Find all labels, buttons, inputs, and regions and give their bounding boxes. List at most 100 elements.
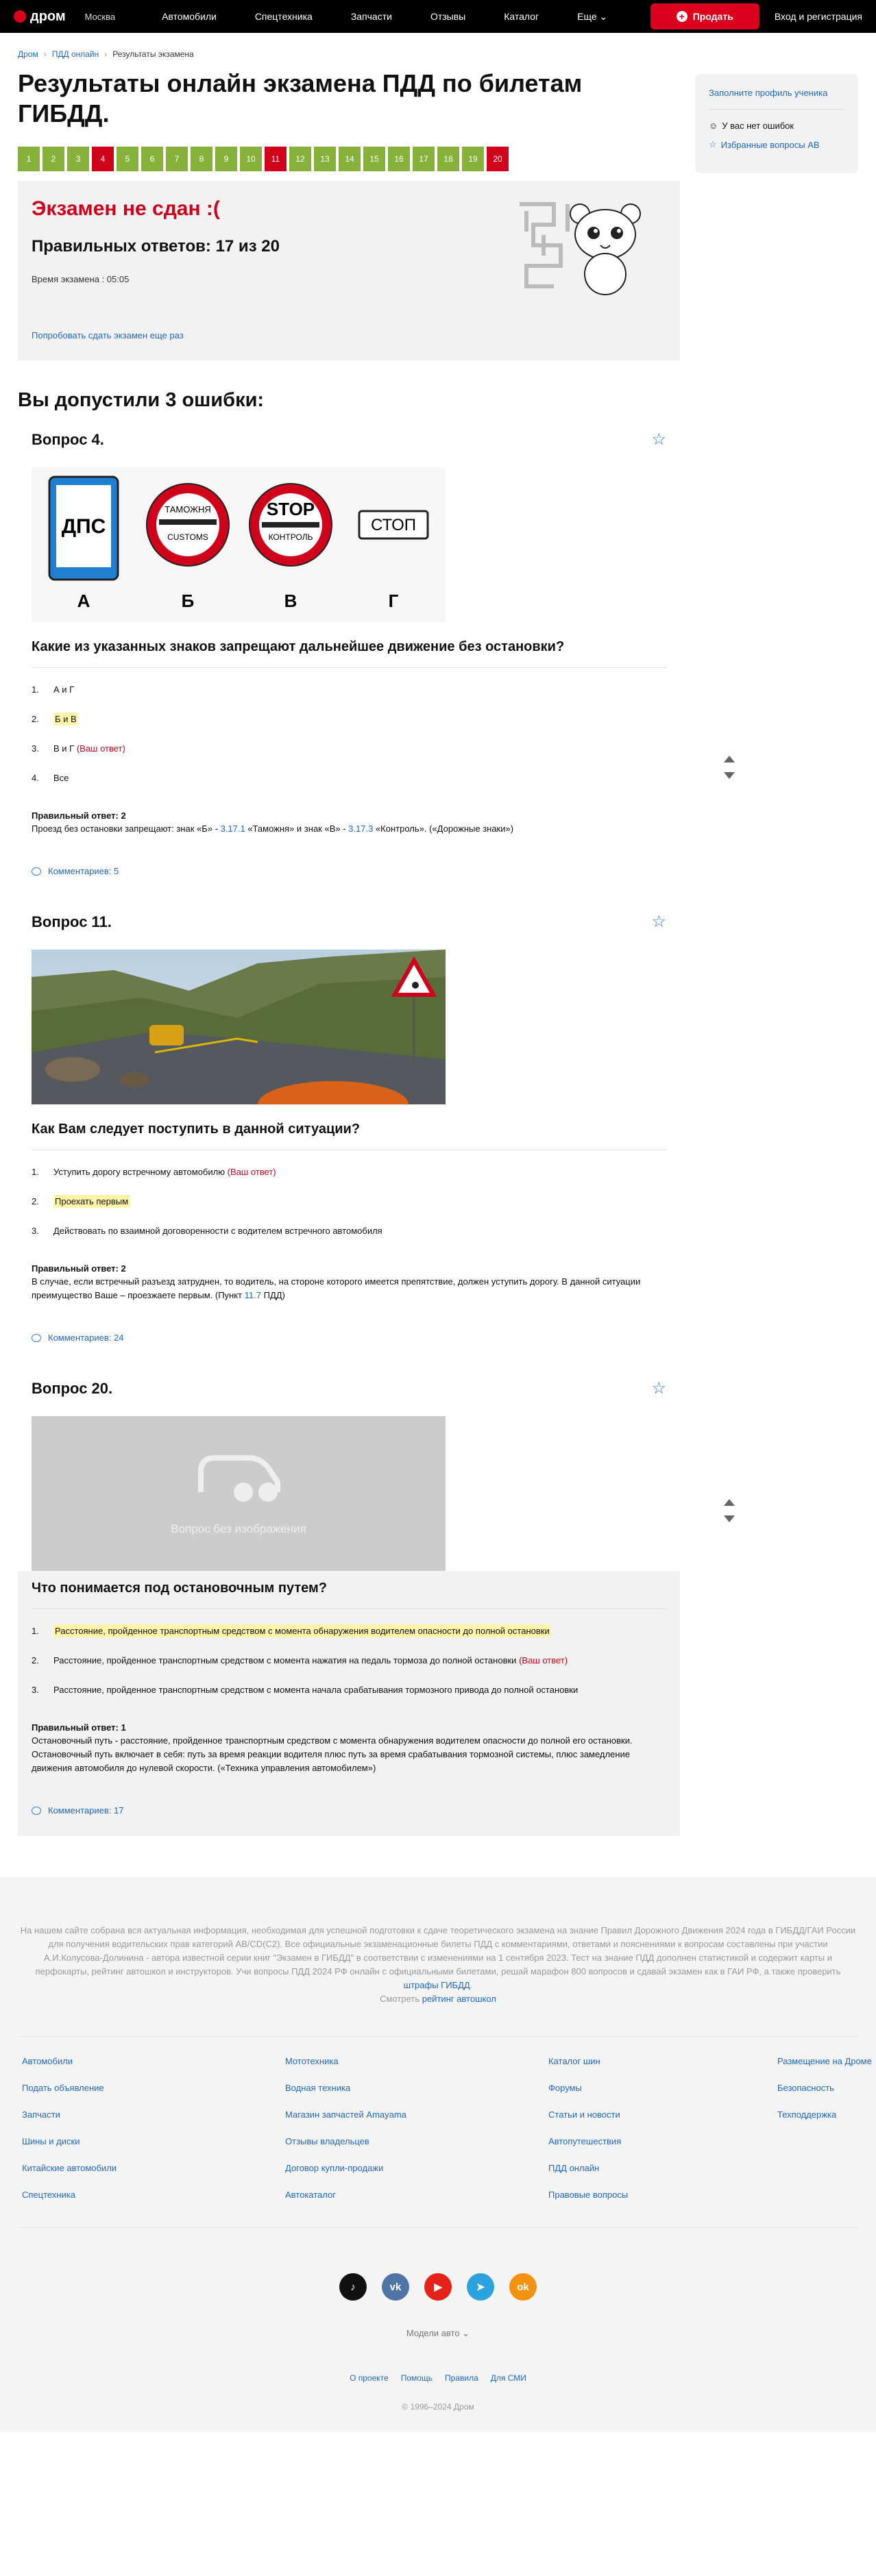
footer-link[interactable]: Правовые вопросы [548,2190,777,2200]
footer-link[interactable]: Водная техника [285,2083,548,2093]
retry-link[interactable]: Попробовать сдать экзамен еще раз [32,330,184,340]
scroll-up-icon[interactable] [724,1499,735,1506]
answer-number: 4. [32,773,39,783]
rules-link[interactable]: Правила [445,2373,478,2383]
media-link[interactable]: Для СМИ [491,2373,526,2383]
your-answer-tag: (Ваш ответ) [519,1655,568,1665]
footer-link[interactable]: Размещение на Дроме [777,2056,876,2066]
footer-link[interactable]: Безопасность [777,2083,876,2093]
nav-catalog[interactable]: Каталог [485,11,558,23]
footer-link[interactable]: Форумы [548,2083,777,2093]
crumb-home[interactable]: Дром [18,49,38,59]
footer-link[interactable]: Мототехника [285,2056,548,2066]
city-selector[interactable]: Москва [85,12,115,22]
answer-text: Действовать по взаимной договоренности с… [53,1226,382,1236]
scroll-down-icon[interactable] [724,772,735,779]
nav-parts[interactable]: Запчасти [332,11,411,23]
sign-customs-text: CUSTOMS [167,532,208,542]
nav-more[interactable]: Еще ⌄ [558,11,626,23]
comments-count: Комментариев: 5 [48,866,119,876]
divider [709,109,844,110]
sell-button[interactable]: + Продать [650,3,759,29]
footer-link[interactable]: Спецтехника [22,2190,285,2200]
profile-link[interactable]: Заполните профиль ученика [709,88,844,98]
nav-special[interactable]: Спецтехника [236,11,332,23]
drom-logo[interactable]: дром [14,9,66,25]
favorite-star-icon[interactable]: ☆ [651,1378,666,1398]
comments-link[interactable]: Комментариев: 24 [32,1333,666,1343]
pager-item-8[interactable]: 8 [191,147,212,171]
pager-item-19[interactable]: 19 [462,147,484,171]
comments-link[interactable]: Комментариев: 5 [32,866,666,876]
scroll-down-icon[interactable] [724,1515,735,1522]
favorites-row[interactable]: ☆ Избранные вопросы АВ [709,139,844,150]
breadcrumb: Дром › ПДД онлайн › Результаты экзамена [18,33,680,69]
answer-explanation: В случае, если встречный разъезд затрудн… [32,1275,666,1302]
schools-rating-link[interactable]: рейтинг автошкол [422,1994,496,2004]
pager-item-20[interactable]: 20 [487,147,509,171]
no-image-text: Вопрос без изображения [171,1522,306,1535]
errors-heading: Вы допустили 3 ошибки: [18,389,265,411]
pager-item-7[interactable]: 7 [166,147,188,171]
pager-item-18[interactable]: 18 [437,147,459,171]
favorite-star-icon[interactable]: ☆ [651,912,666,932]
help-link[interactable]: Помощь [401,2373,433,2383]
youtube-icon[interactable]: ▶ [424,2273,452,2301]
pager-item-17[interactable]: 17 [413,147,435,171]
footer-link[interactable]: Автомобили [22,2056,285,2066]
explanation-text: Проезд без остановки запрещают: знак «Б»… [32,823,221,834]
nav-cars[interactable]: Автомобили [143,11,236,23]
tiktok-icon[interactable]: ♪ [339,2273,367,2301]
pager-item-16[interactable]: 16 [388,147,410,171]
answer-option: 4. Все [32,773,666,783]
models-dropdown[interactable]: Модели авто ⌄ [18,2328,858,2339]
footer-link[interactable]: Каталог шин [548,2056,777,2066]
vk-icon[interactable]: vk [382,2273,409,2301]
explanation-text: В случае, если встречный разъезд затрудн… [32,1276,641,1300]
pager-item-13[interactable]: 13 [314,147,336,171]
footer-link[interactable]: Китайские автомобили [22,2163,285,2173]
nav-reviews[interactable]: Отзывы [411,11,485,23]
scroll-up-icon[interactable] [724,756,735,763]
fines-link[interactable]: штрафы ГИБДД [404,1980,470,1990]
favorites-link[interactable]: Избранные вопросы АВ [721,140,820,150]
scroll-arrows [724,1499,735,1522]
comment-icon [32,1333,41,1342]
pager-item-11[interactable]: 11 [265,147,287,171]
favorite-star-icon[interactable]: ☆ [651,430,666,449]
pager-item-1[interactable]: 1 [18,147,40,171]
footer-link[interactable]: Магазин запчастей Amayama [285,2109,548,2120]
footer-link[interactable]: ПДД онлайн [548,2163,777,2173]
comments-link[interactable]: Комментариев: 17 [32,1805,666,1816]
footer-link[interactable]: Договор купли-продажи [285,2163,548,2173]
rule-link[interactable]: 3.17.1 [221,823,245,834]
answer-list: 1. А и Г 2. Б и В 3. В и Г (Ваш ответ) 4. Все [32,684,666,783]
footer-link[interactable]: Статьи и новости [548,2109,777,2120]
pager-item-9[interactable]: 9 [215,147,237,171]
footer-link[interactable]: Автопутешествия [548,2136,777,2146]
footer-link[interactable]: Автокаталог [285,2190,548,2200]
pager-item-6[interactable]: 6 [141,147,163,171]
pager-item-14[interactable]: 14 [339,147,361,171]
crumb-pdd[interactable]: ПДД онлайн [52,49,99,59]
pager-item-12[interactable]: 12 [289,147,311,171]
answer-number: 2. [32,1655,39,1665]
pager-item-15[interactable]: 15 [363,147,385,171]
footer-link[interactable]: Шины и диски [22,2136,285,2146]
seo-text: На нашем сайте собрана вся актуальная ин… [20,1925,856,2004]
login-link[interactable]: Вход и регистрация [775,11,862,22]
pager-item-2[interactable]: 2 [42,147,64,171]
footer-link[interactable]: Подать объявление [22,2083,285,2093]
telegram-icon[interactable]: ➤ [467,2273,494,2301]
footer-link[interactable]: Отзывы владельцев [285,2136,548,2146]
odnoklassniki-icon[interactable]: ok [509,2273,537,2301]
pager-item-3[interactable]: 3 [67,147,89,171]
rule-link[interactable]: 11.7 [245,1290,261,1300]
footer-link[interactable]: Техподдержка [777,2109,876,2120]
pager-item-10[interactable]: 10 [240,147,262,171]
footer-link[interactable]: Запчасти [22,2109,285,2120]
pager-item-5[interactable]: 5 [117,147,138,171]
pager-item-4[interactable]: 4 [92,147,114,171]
rule-link[interactable]: 3.17.3 [348,823,373,834]
about-link[interactable]: О проекте [350,2373,389,2383]
